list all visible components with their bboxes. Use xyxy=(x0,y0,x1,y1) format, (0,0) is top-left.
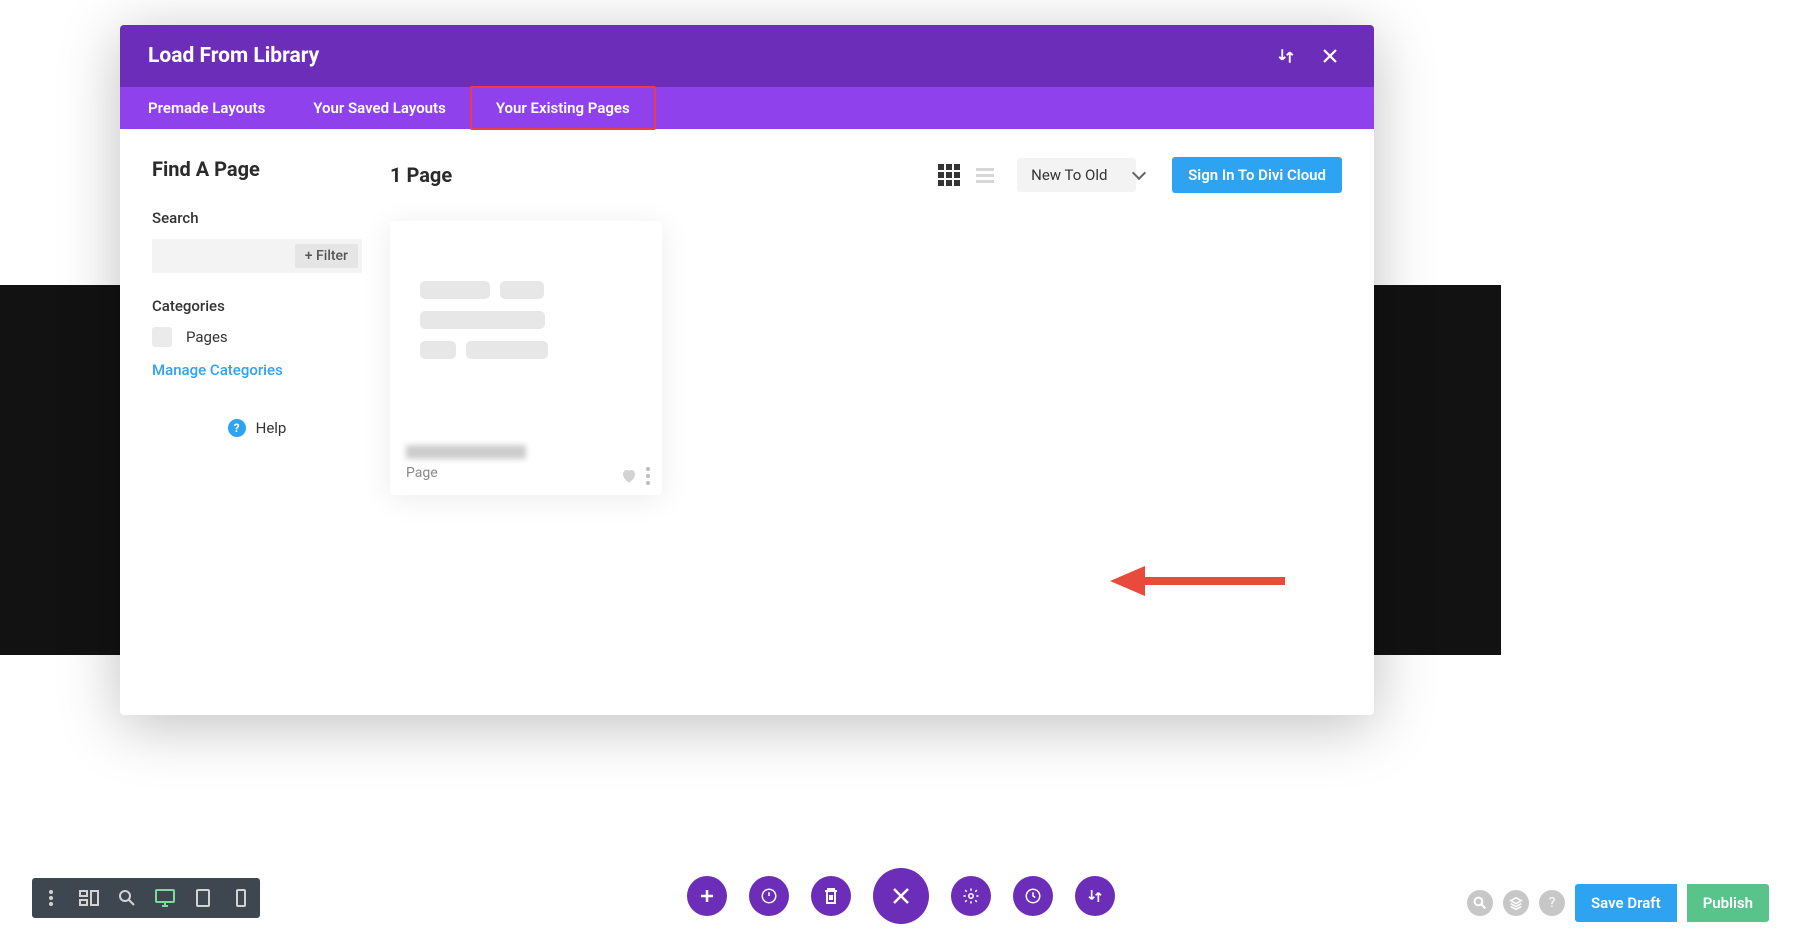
builder-bottom-bar: ? Save Draft Publish xyxy=(0,878,1801,934)
save-draft-button[interactable]: Save Draft xyxy=(1575,884,1677,922)
bottom-left-toolbar xyxy=(32,878,260,918)
sort-select[interactable]: New To Old xyxy=(1017,158,1136,192)
main-area: 1 Page New To Old Sign In To Divi Cloud xyxy=(390,129,1374,715)
tablet-view-icon[interactable] xyxy=(192,887,214,909)
filter-chip[interactable]: + Filter xyxy=(295,244,358,268)
card-type-label: Page xyxy=(406,465,646,481)
background-dark-left xyxy=(0,285,120,655)
category-name-pages: Pages xyxy=(186,328,228,346)
card-title-blurred xyxy=(406,445,526,459)
search-label: Search xyxy=(152,209,362,227)
close-icon[interactable] xyxy=(1314,40,1346,72)
clear-layout-button[interactable] xyxy=(811,876,851,916)
sort-select-wrap: New To Old xyxy=(1017,158,1154,192)
phone-view-icon[interactable] xyxy=(230,887,252,909)
help-label: Help xyxy=(256,419,287,437)
tab-saved-layouts[interactable]: Your Saved Layouts xyxy=(289,87,470,129)
modal-tabs: Premade Layouts Your Saved Layouts Your … xyxy=(120,87,1374,129)
layers-icon[interactable] xyxy=(1503,890,1529,916)
card-meta: Page xyxy=(390,441,662,495)
close-builder-button[interactable] xyxy=(873,868,929,924)
add-section-button[interactable] xyxy=(687,876,727,916)
category-row-pages: Pages xyxy=(152,327,362,347)
portability-button[interactable] xyxy=(1075,876,1115,916)
page-count-heading: 1 Page xyxy=(390,163,937,187)
sign-in-divi-cloud-button[interactable]: Sign In To Divi Cloud xyxy=(1172,157,1342,193)
library-modal: Load From Library Premade Layouts Your S… xyxy=(120,25,1374,715)
background-dark-right xyxy=(1366,285,1501,655)
desktop-view-icon[interactable] xyxy=(154,887,176,909)
manage-categories-link[interactable]: Manage Categories xyxy=(152,361,362,379)
page-settings-button[interactable] xyxy=(951,876,991,916)
bottom-right-toolbar: ? Save Draft Publish xyxy=(1467,884,1769,922)
help-row[interactable]: ? Help xyxy=(152,419,362,437)
card-grid: Page xyxy=(390,221,1342,495)
load-library-button[interactable] xyxy=(749,876,789,916)
wireframe-icon[interactable] xyxy=(78,887,100,909)
view-toggles xyxy=(937,163,997,187)
tab-premade-layouts[interactable]: Premade Layouts xyxy=(124,87,289,129)
search-page-icon[interactable] xyxy=(1467,890,1493,916)
categories-label: Categories xyxy=(152,297,362,315)
main-toolbar: 1 Page New To Old Sign In To Divi Cloud xyxy=(390,157,1342,193)
list-view-icon[interactable] xyxy=(973,163,997,187)
more-icon[interactable] xyxy=(646,467,650,485)
card-actions xyxy=(620,467,650,485)
modal-header: Load From Library xyxy=(120,25,1374,87)
history-button[interactable] xyxy=(1013,876,1053,916)
zoom-icon[interactable] xyxy=(116,887,138,909)
help-icon: ? xyxy=(228,419,246,437)
publish-button[interactable]: Publish xyxy=(1687,884,1769,922)
bottom-center-toolbar xyxy=(687,868,1115,924)
sidebar: Find A Page Search + Filter Categories P… xyxy=(120,129,390,715)
portability-icon[interactable] xyxy=(1270,40,1302,72)
page-card[interactable]: Page xyxy=(390,221,662,495)
favorite-icon[interactable] xyxy=(620,467,638,485)
annotation-arrow-icon xyxy=(1110,561,1290,601)
modal-body: Find A Page Search + Filter Categories P… xyxy=(120,129,1374,715)
modal-title: Load From Library xyxy=(148,44,1258,68)
tab-existing-pages[interactable]: Your Existing Pages xyxy=(470,86,656,130)
sidebar-heading: Find A Page xyxy=(152,157,362,181)
grid-view-icon[interactable] xyxy=(937,163,961,187)
menu-dots-icon[interactable] xyxy=(40,887,62,909)
category-checkbox-pages[interactable] xyxy=(152,327,172,347)
search-input[interactable]: + Filter xyxy=(152,239,362,273)
card-preview xyxy=(390,221,662,441)
help-bottom-icon[interactable]: ? xyxy=(1539,890,1565,916)
